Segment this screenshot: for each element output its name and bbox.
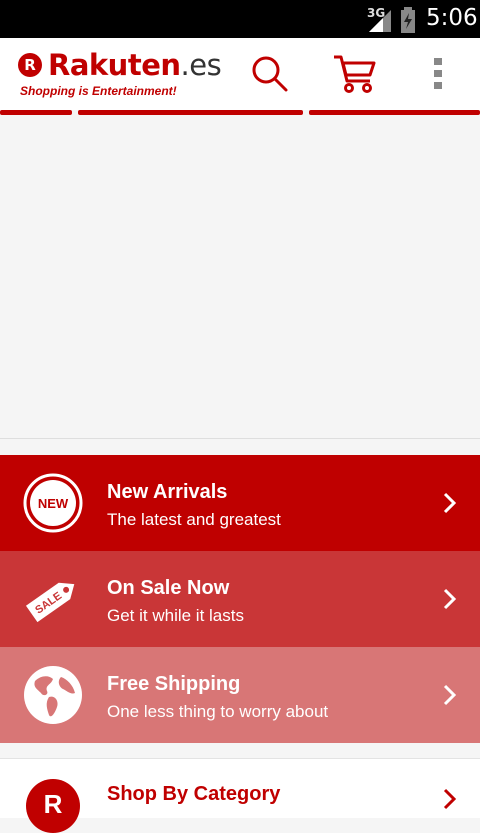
sale-tag-icon: SALE xyxy=(25,582,75,623)
shop-by-category-row[interactable]: R Shop By Category xyxy=(0,758,480,833)
promo-on-sale[interactable]: SALE On Sale Now Get it while it lasts xyxy=(0,551,480,647)
svg-text:NEW: NEW xyxy=(38,496,69,511)
logo-name: Rakuten xyxy=(48,48,181,82)
tab-indicator[interactable] xyxy=(0,110,72,115)
chevron-right-icon xyxy=(443,492,457,514)
overflow-menu-button[interactable] xyxy=(414,52,462,96)
logo-mark: R xyxy=(18,53,42,77)
new-badge-icon: NEW xyxy=(23,473,83,533)
promo-subtitle: Get it while it lasts xyxy=(107,606,244,625)
promo-title: On Sale Now xyxy=(107,577,230,599)
logo-suffix: .es xyxy=(180,48,222,82)
chevron-right-icon xyxy=(443,588,457,610)
globe-icon xyxy=(24,666,82,724)
promo-free-shipping[interactable]: Free Shipping One less thing to worry ab… xyxy=(0,647,480,743)
promo-new-arrivals[interactable]: NEW New Arrivals The latest and greatest xyxy=(0,455,480,551)
tab-indicator[interactable] xyxy=(309,110,480,115)
status-bar: 3G 5:06 xyxy=(0,0,480,38)
promo-title: New Arrivals xyxy=(107,481,228,503)
network-type: 3G xyxy=(367,6,386,20)
banner-area[interactable] xyxy=(0,116,480,439)
chevron-right-icon xyxy=(443,684,457,706)
promo-subtitle: The latest and greatest xyxy=(107,510,281,529)
logo-wordmark: Rakuten.es xyxy=(48,48,222,82)
tab-indicator[interactable] xyxy=(78,110,303,115)
promo-subtitle: One less thing to worry about xyxy=(107,702,329,721)
battery-icon xyxy=(401,7,415,33)
clock: 5:06 xyxy=(426,5,478,31)
app-bar: R Rakuten.es Shopping is Entertainment! xyxy=(0,38,480,110)
search-button[interactable] xyxy=(246,52,294,96)
cart-button[interactable] xyxy=(330,52,378,96)
overflow-menu-icon xyxy=(434,58,442,89)
tagline: Shopping is Entertainment! xyxy=(20,84,177,98)
cart-icon xyxy=(334,55,376,93)
category-title: Shop By Category xyxy=(107,783,281,805)
promo-title: Free Shipping xyxy=(107,673,241,695)
rakuten-mark-icon: R xyxy=(26,779,80,833)
chevron-right-icon xyxy=(443,788,457,810)
search-icon xyxy=(252,56,288,92)
